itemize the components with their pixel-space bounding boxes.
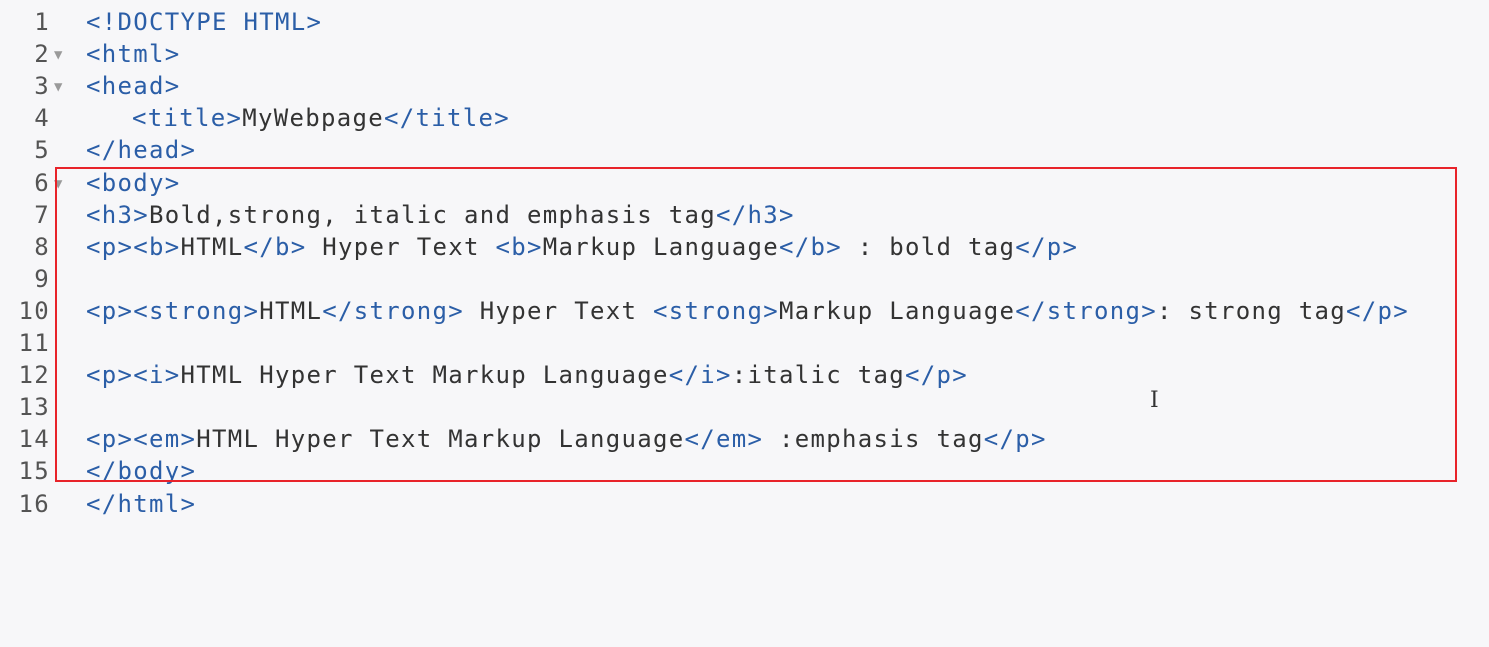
line-number: 13 [18, 393, 50, 422]
code-text: <html> [86, 38, 181, 70]
line-number: 8 [34, 232, 50, 261]
text-token: MyWebpage [242, 104, 384, 133]
code-line[interactable]: 16 </html> [0, 488, 1489, 520]
line-number: 12 [18, 361, 50, 390]
line-number: 10 [18, 296, 50, 325]
line-number: 7 [34, 200, 50, 229]
fold-arrow-icon[interactable]: ▼ [54, 39, 64, 71]
code-text: <title>MyWebpage</title> [86, 102, 510, 134]
code-line[interactable]: 1 <!DOCTYPE HTML> [0, 6, 1489, 38]
code-text: </html> [86, 488, 196, 520]
line-number: 11 [18, 329, 50, 357]
html-tag-token: <title> [132, 104, 243, 133]
text-cursor-icon: I [1150, 388, 1160, 413]
html-tag-token: </head> [86, 136, 197, 165]
code-text: <!DOCTYPE HTML> [86, 6, 322, 38]
line-number: 15 [18, 457, 50, 486]
html-tag-token: <!DOCTYPE HTML> [86, 8, 323, 36]
code-line[interactable]: 4 <title>MyWebpage</title> [0, 102, 1489, 134]
html-tag-token: </title> [384, 104, 510, 133]
code-text: </head> [86, 134, 196, 166]
line-number: 4 [34, 104, 50, 133]
code-editor[interactable]: 1 <!DOCTYPE HTML> 2 ▼ <html> 3 ▼ <head> 4 <title>… [0, 0, 1489, 647]
line-number: 5 [34, 136, 50, 165]
line-number: 2 [34, 40, 50, 69]
fold-arrow-icon[interactable]: ▼ [54, 71, 64, 103]
line-number: 6 [34, 168, 50, 197]
html-tag-token: <head> [86, 72, 181, 101]
line-number: 9 [34, 264, 50, 293]
line-number: 16 [18, 489, 50, 518]
html-tag-token: <html> [86, 40, 181, 69]
code-text: <head> [86, 70, 181, 102]
html-tag-token: </html> [86, 489, 197, 518]
code-line[interactable]: 3 ▼ <head> [0, 70, 1489, 102]
line-number: 3 [34, 72, 50, 101]
line-number: 14 [18, 425, 50, 454]
code-line[interactable]: 2 ▼ <html> [0, 38, 1489, 70]
body-highlight-box [55, 167, 1457, 482]
line-number: 1 [34, 8, 50, 36]
code-line[interactable]: 5 </head> [0, 134, 1489, 166]
